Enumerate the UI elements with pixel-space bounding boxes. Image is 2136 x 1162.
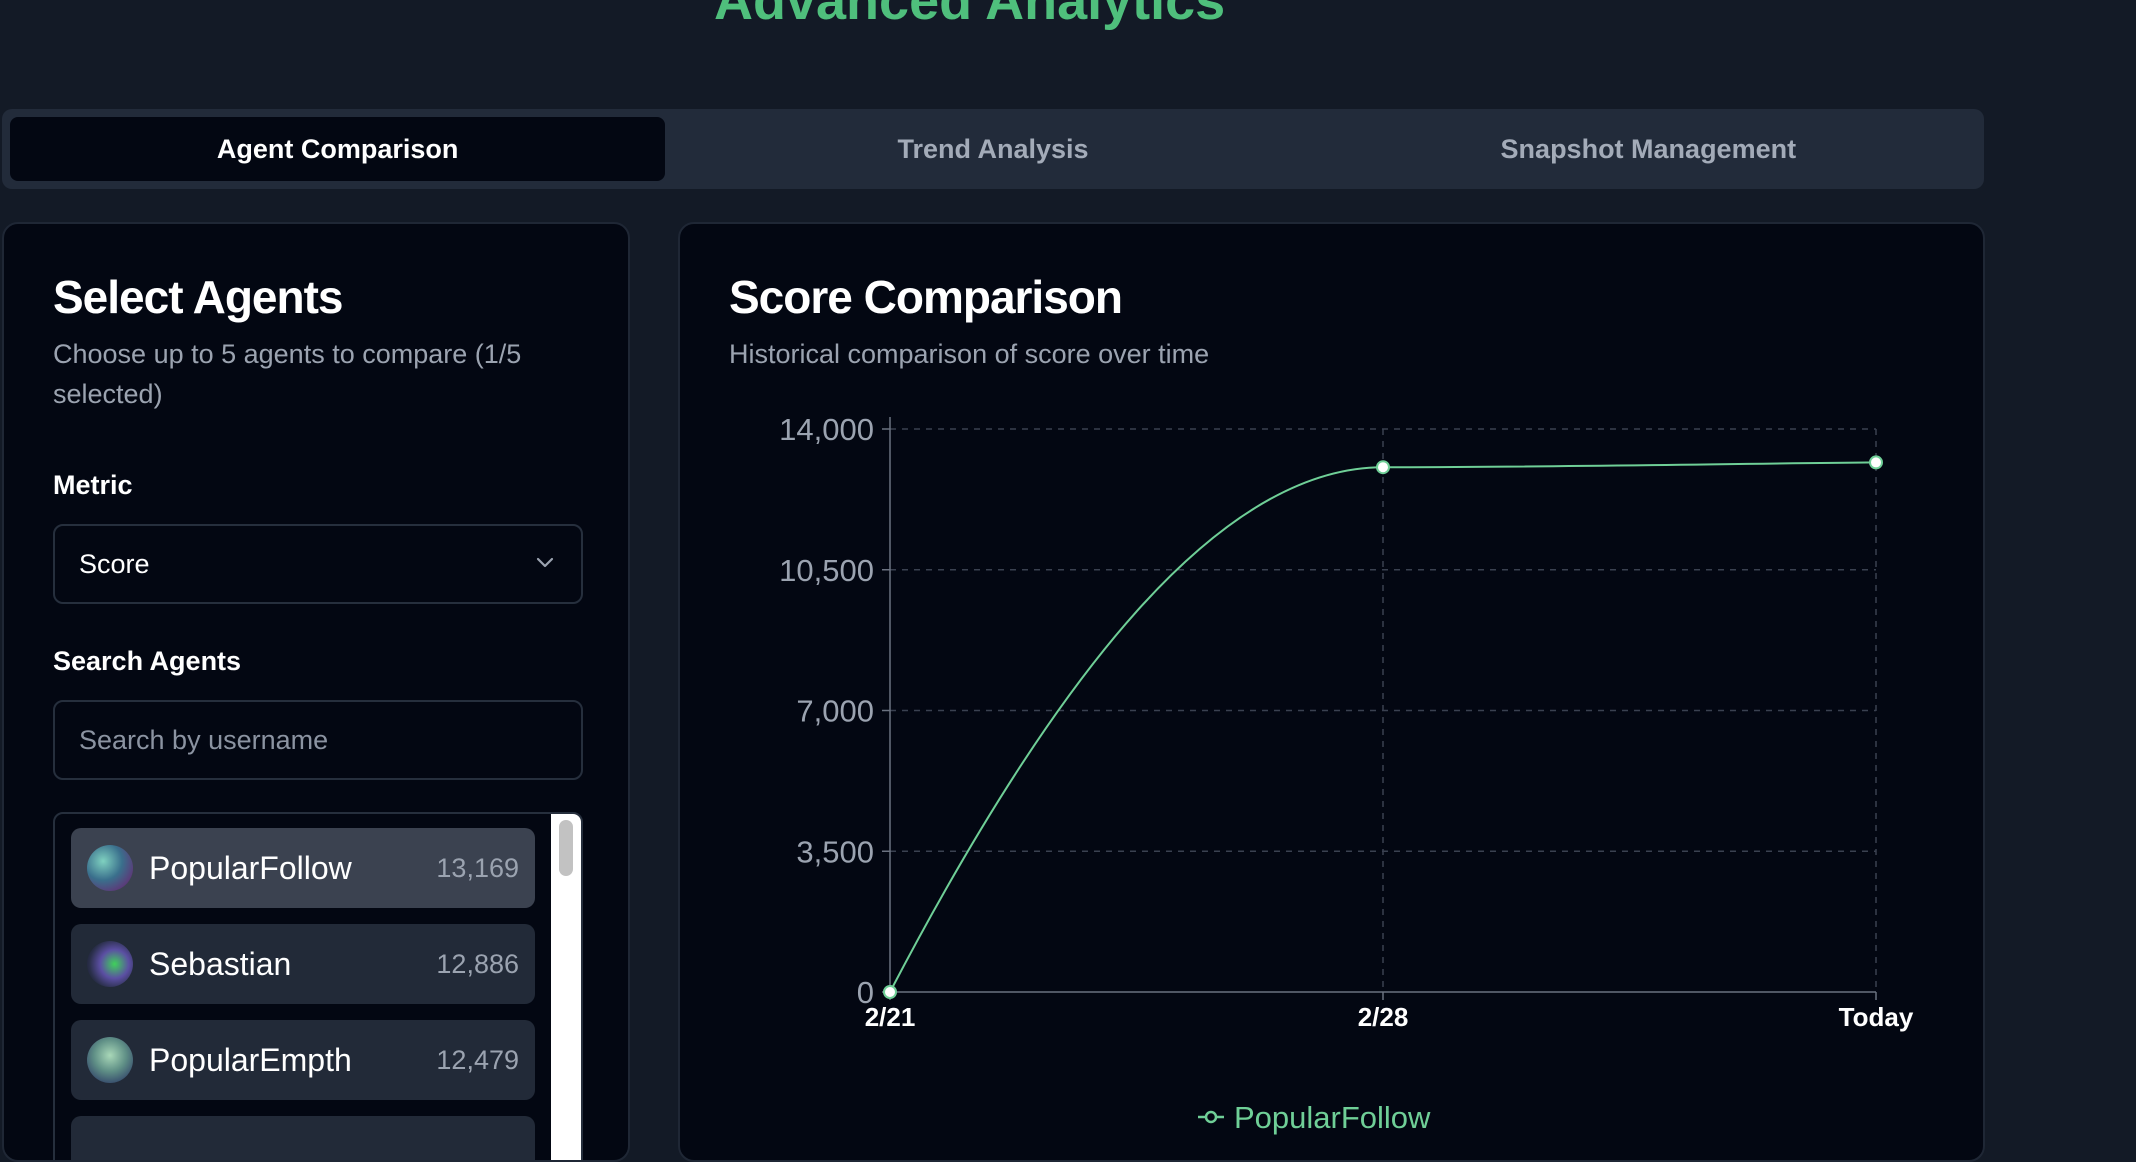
select-agents-description: Choose up to 5 agents to compare (1/5 se… (53, 339, 522, 409)
legend-swatch-marker (1204, 1110, 1218, 1124)
search-input[interactable] (53, 700, 583, 780)
agent-list: PopularFollow 13,169 Sebastian 12,886 Po… (53, 812, 583, 1160)
agent-name: PopularEmpth (149, 1041, 352, 1078)
list-item[interactable]: Sebastian 12,886 (71, 924, 535, 1004)
list-item[interactable] (71, 1116, 535, 1160)
x-tick-label: Today (1839, 1002, 1914, 1032)
select-agents-card: Select Agents Choose up to 5 agents to c… (2, 222, 630, 1162)
search-agents-label: Search Agents (53, 646, 242, 676)
agent-score: 13,169 (436, 852, 519, 883)
x-tick-label: 2/28 (1358, 1002, 1409, 1032)
score-comparison-card: Score Comparison Historical comparison o… (678, 222, 1985, 1162)
legend-label: PopularFollow (1234, 1100, 1431, 1135)
agent-name: Sebastian (149, 945, 292, 982)
chevron-down-icon (533, 550, 557, 579)
y-tick-label: 7,000 (796, 694, 874, 729)
tab-agent-comparison[interactable]: Agent Comparison (10, 117, 666, 181)
tab-snapshot-management[interactable]: Snapshot Management (1321, 117, 1976, 181)
list-item[interactable]: PopularFollow 13,169 (71, 828, 535, 908)
data-point (1376, 460, 1390, 475)
y-tick-label: 10,500 (779, 553, 874, 588)
tab-bar: Agent Comparison Trend Analysis Snapshot… (2, 109, 1984, 189)
agent-score: 12,479 (436, 1044, 519, 1075)
y-tick-label: 14,000 (779, 412, 874, 447)
avatar (87, 941, 133, 987)
page-title: Advanced Analytics (714, 0, 1226, 31)
list-item[interactable]: PopularEmpth 12,479 (71, 1020, 535, 1100)
metric-select[interactable]: Score (53, 524, 583, 604)
x-tick-label: 2/21 (865, 1002, 916, 1032)
score-line-chart: 03,5007,00010,50014,0002/21 2/28 TodayPopu… (779, 412, 1914, 1135)
data-point (883, 985, 897, 999)
metric-label: Metric (53, 470, 133, 500)
select-agents-title: Select Agents (53, 271, 344, 323)
agent-list-scrollbar[interactable] (551, 814, 581, 1160)
tab-trend-analysis[interactable]: Trend Analysis (665, 117, 1320, 181)
y-tick-label: 3,500 (796, 834, 874, 869)
agent-score: 12,886 (436, 948, 519, 979)
metric-select-value: Score (79, 548, 150, 579)
avatar (87, 1037, 133, 1083)
avatar (87, 845, 133, 891)
data-point (1869, 455, 1883, 470)
scrollbar-thumb[interactable] (559, 820, 573, 876)
agent-name: PopularFollow (149, 849, 352, 886)
